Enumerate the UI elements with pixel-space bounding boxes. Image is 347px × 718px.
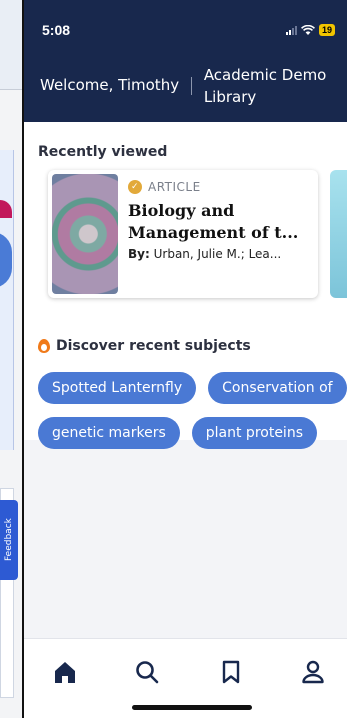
peek-card (0, 150, 14, 450)
chip-row-1: Spotted Lanternfly Conservation of (38, 372, 347, 404)
header-divider (191, 77, 192, 95)
bookmark-icon (222, 660, 240, 684)
signal-icon (285, 25, 297, 35)
wifi-icon (301, 24, 315, 35)
status-time: 5:08 (42, 22, 71, 38)
article-type: ARTICLE (148, 180, 201, 194)
subject-chip[interactable]: Conservation of (208, 372, 347, 404)
article-type-badge: ✓ ARTICLE (128, 180, 310, 194)
subject-chip[interactable]: genetic markers (38, 417, 180, 449)
search-icon (136, 661, 159, 684)
home-content: Recently viewed ✓ ARTICLE Biology and Ma… (24, 122, 347, 449)
authors-names: Urban, Julie M.; Lea... (153, 247, 282, 261)
next-recent-card[interactable] (330, 170, 347, 298)
status-icons: 19 (285, 24, 335, 36)
chip-row-2: genetic markers plant proteins (38, 417, 347, 449)
tab-search[interactable] (130, 655, 164, 689)
feedback-tab[interactable]: Feedback (0, 500, 18, 580)
tab-saved[interactable] (214, 655, 248, 689)
peek-header (0, 0, 22, 90)
battery-icon: 19 (318, 24, 335, 36)
discover-title: Discover recent subjects (38, 338, 251, 354)
subject-chip[interactable]: Spotted Lanternfly (38, 372, 197, 404)
bottom-tab-bar (24, 638, 347, 718)
tab-profile[interactable] (296, 655, 330, 689)
discover-title-text: Discover recent subjects (56, 338, 251, 354)
phone-screen: 5:08 19 Welcome, Timothy Academic Demo L… (24, 0, 347, 718)
profile-icon (302, 660, 324, 684)
article-thumbnail (52, 174, 118, 294)
subject-chip[interactable]: plant proteins (191, 417, 317, 449)
welcome-text: Welcome, Timothy (40, 76, 180, 94)
subject-chips: Spotted Lanternfly Conservation of genet… (38, 372, 347, 462)
article-card-body: ✓ ARTICLE Biology and Management of t...… (128, 180, 310, 261)
authors-label: By: (128, 247, 150, 261)
article-title: Biology and Management of t... (128, 201, 299, 242)
verified-check-icon: ✓ (128, 180, 142, 194)
tab-home[interactable] (48, 655, 82, 689)
article-authors: By: Urban, Julie M.; Lea... (128, 247, 310, 261)
status-bar: 5:08 19 (42, 20, 335, 40)
library-name[interactable]: Academic Demo Library (204, 64, 337, 108)
welcome-row: Welcome, Timothy Academic Demo Library (40, 64, 337, 108)
home-icon (55, 662, 75, 683)
previous-screen-peek: Feedback (0, 0, 24, 718)
app-header: 5:08 19 Welcome, Timothy Academic Demo L… (24, 0, 347, 122)
flame-icon (38, 339, 50, 353)
home-indicator (132, 705, 252, 710)
recent-article-card[interactable]: ✓ ARTICLE Biology and Management of t...… (48, 170, 318, 298)
recently-viewed-title: Recently viewed (38, 144, 168, 160)
